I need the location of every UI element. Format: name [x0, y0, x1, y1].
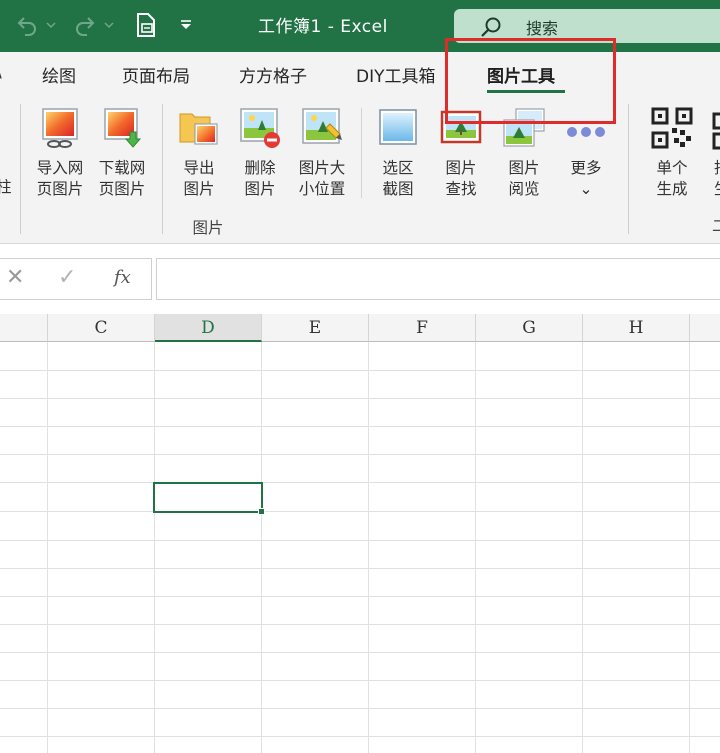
customize-qat-icon[interactable]: [176, 8, 196, 42]
group-label-cut: 二: [712, 217, 720, 235]
search-icon: [481, 17, 501, 37]
grid-line: [0, 511, 720, 512]
download-web-image-label: 下载网 页图片: [98, 159, 146, 198]
group-divider: [628, 104, 629, 234]
image-size-position-icon: [302, 108, 342, 144]
highlight-box: [445, 38, 616, 124]
cancel-icon[interactable]: ✕: [6, 265, 24, 290]
grid-line: [0, 652, 720, 653]
tab-cut-off[interactable]: \: [0, 62, 2, 82]
column-header-h[interactable]: H: [583, 314, 690, 342]
formula-buttons: ✕ ✓ fx: [0, 258, 152, 300]
export-image-icon: [179, 113, 218, 145]
download-web-image-button[interactable]: 下载网 页图片: [92, 102, 152, 206]
excel-window: 工作簿1 - Excel 搜索 \ 绘图 页面布局 方方格子 DIY工具箱 图片…: [0, 0, 720, 753]
ribbon-cut-left-label: 柱: [0, 178, 12, 196]
grid-line: [0, 680, 720, 681]
single-generate-button[interactable]: 单个 生成: [642, 102, 702, 206]
formula-bar: ✕ ✓ fx: [0, 244, 720, 314]
print-preview-icon[interactable]: [132, 8, 160, 42]
grid-line: [0, 540, 720, 541]
qr-code-icon: [651, 107, 693, 149]
column-header-d[interactable]: D: [155, 314, 262, 342]
import-web-image-button[interactable]: 导入网 页图片: [30, 102, 90, 206]
image-size-position-button[interactable]: 图片大 小位置: [292, 102, 352, 206]
qr-code-icon: [712, 112, 720, 150]
grid-line: [0, 708, 720, 709]
redo-icon[interactable]: [72, 8, 98, 42]
delete-image-button[interactable]: 删除 图片: [230, 102, 290, 206]
selection-screenshot-icon: [379, 109, 417, 145]
tab-diy-toolbox[interactable]: DIY工具箱: [356, 62, 436, 87]
grid-line: [154, 342, 155, 753]
worksheet-grid[interactable]: C D E F G H: [0, 314, 720, 753]
undo-dropdown-icon[interactable]: [44, 8, 58, 42]
grid-line: [0, 454, 720, 455]
grid-line: [0, 624, 720, 625]
grid-line: [475, 342, 476, 753]
grid-line: [261, 342, 262, 753]
grid-line: [0, 370, 720, 371]
column-header-next[interactable]: [690, 314, 720, 342]
import-web-image-icon: [42, 108, 78, 148]
selection-screenshot-button[interactable]: 选区 截图: [368, 102, 428, 206]
grid-line: [582, 342, 583, 753]
search-label: 搜索: [526, 19, 559, 38]
redo-dropdown-icon[interactable]: [102, 8, 116, 42]
column-header-e[interactable]: E: [262, 314, 369, 342]
batch-generate-button[interactable]: 批 生: [702, 102, 720, 206]
active-cell[interactable]: [153, 482, 263, 513]
group-label-images: 图片: [192, 219, 224, 237]
selection-screenshot-label: 选区 截图: [382, 159, 414, 198]
insert-function-icon[interactable]: fx: [114, 267, 131, 288]
fill-handle[interactable]: [258, 508, 265, 515]
tab-draw[interactable]: 绘图: [42, 62, 76, 87]
batch-generate-label: 批 生: [714, 158, 720, 200]
image-size-position-label: 图片大 小位置: [298, 159, 346, 198]
window-title: 工作簿1 - Excel: [258, 17, 388, 37]
grid-line: [47, 342, 48, 753]
undo-icon[interactable]: [14, 8, 40, 42]
enter-icon[interactable]: ✓: [58, 265, 76, 290]
tab-ffgz[interactable]: 方方格子: [239, 62, 307, 87]
grid-line: [0, 568, 720, 569]
grid-line: [0, 736, 720, 737]
delete-image-icon: [240, 108, 280, 148]
grid-line: [0, 426, 720, 427]
download-web-image-icon: [104, 108, 142, 148]
more-label: 更多 ⌄: [570, 159, 602, 198]
tab-page-layout[interactable]: 页面布局: [122, 62, 190, 87]
grid-line: [368, 342, 369, 753]
image-find-label: 图片 查找: [445, 159, 477, 198]
column-header-f[interactable]: F: [369, 314, 476, 342]
group-divider: [20, 104, 21, 234]
grid-line: [0, 596, 720, 597]
single-generate-label: 单个 生成: [656, 159, 688, 198]
grid-line: [0, 482, 720, 483]
column-header-g[interactable]: G: [476, 314, 583, 342]
formula-input[interactable]: [156, 258, 720, 300]
grid-line: [0, 398, 720, 399]
grid-line: [689, 342, 690, 753]
export-image-button[interactable]: 导出 图片: [169, 102, 229, 206]
column-header-cut[interactable]: [0, 314, 48, 342]
column-header-c[interactable]: C: [48, 314, 155, 342]
